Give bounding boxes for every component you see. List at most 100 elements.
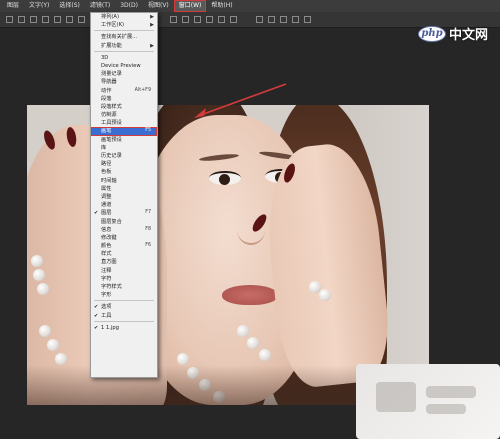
- window-menu-item-label: 调整: [101, 193, 112, 200]
- window-menu-item[interactable]: 时间轴: [91, 177, 157, 185]
- 3d-mode-icon[interactable]: [256, 16, 263, 23]
- checkmark-icon: ✔: [94, 324, 99, 331]
- window-menu-item[interactable]: 样式: [91, 250, 157, 258]
- window-menu-item[interactable]: 库: [91, 144, 157, 152]
- window-menu-item[interactable]: 查找有关扩展...: [91, 33, 157, 41]
- window-menu-item[interactable]: 路径: [91, 160, 157, 168]
- submenu-arrow-icon: ▶: [150, 22, 154, 29]
- window-menu-item-label: 导航器: [101, 79, 117, 86]
- window-menu-item[interactable]: 导航器: [91, 78, 157, 86]
- 3d-mode-icon[interactable]: [292, 16, 299, 23]
- window-menu-item[interactable]: 段落样式: [91, 103, 157, 111]
- window-menu-item[interactable]: 扩展功能 ▶: [91, 42, 157, 50]
- photo-pearl: [39, 325, 51, 337]
- distribute-icon[interactable]: [206, 16, 213, 23]
- window-menu-item[interactable]: 信息 F8: [91, 226, 157, 234]
- window-menu-item-label: 修改键: [101, 234, 117, 241]
- window-menu-item-label: 工作区(K): [101, 22, 125, 29]
- window-menu-item[interactable]: 字形: [91, 291, 157, 299]
- window-menu-item[interactable]: 画笔 F5: [91, 127, 157, 136]
- tool-option-icon[interactable]: [6, 16, 13, 23]
- align-top-icon[interactable]: [66, 16, 73, 23]
- tool-option-icon[interactable]: [18, 16, 25, 23]
- window-menu-item-label: 字符: [101, 275, 112, 282]
- align-middle-icon[interactable]: [78, 16, 85, 23]
- window-menu-item[interactable]: 工作区(K) ▶: [91, 21, 157, 29]
- window-menu-item[interactable]: 修改键: [91, 234, 157, 242]
- window-menu-item-label: 色板: [101, 169, 112, 176]
- window-menu-item[interactable]: 动作 Alt+F9: [91, 87, 157, 95]
- menu-item[interactable]: 选择(S): [54, 0, 85, 12]
- photo-pearl: [33, 269, 45, 281]
- menu-shortcut: F7: [145, 210, 151, 216]
- annotation-arrow: [194, 83, 287, 118]
- window-menu-item[interactable]: ✔ 图层 F7: [91, 209, 157, 217]
- window-menu-item[interactable]: 段落: [91, 95, 157, 103]
- checkmark-icon: ✔: [94, 304, 99, 311]
- window-menu-item-label: 段落样式: [101, 103, 122, 110]
- window-menu-item[interactable]: 工具预设: [91, 119, 157, 127]
- window-menu-item-label: 直方图: [101, 259, 117, 266]
- watermark-text: 中文网: [449, 28, 489, 43]
- menu-item[interactable]: 图层: [2, 0, 24, 12]
- window-menu-item[interactable]: 通道: [91, 201, 157, 209]
- photo-lips: [222, 285, 278, 305]
- blurred-watermark-logo: [356, 364, 500, 439]
- window-menu-item[interactable]: 字符: [91, 275, 157, 283]
- photo-pearl: [55, 353, 67, 365]
- menu-item[interactable]: 窗口(W): [173, 0, 207, 12]
- 3d-mode-icon[interactable]: [268, 16, 275, 23]
- window-menu-item[interactable]: 图层复合: [91, 218, 157, 226]
- window-menu-item-label: 查找有关扩展...: [101, 34, 138, 41]
- distribute-icon[interactable]: [230, 16, 237, 23]
- window-menu-item[interactable]: ✔ 工具: [91, 312, 157, 320]
- distribute-icon[interactable]: [194, 16, 201, 23]
- window-menu-item-label: 工具预设: [101, 120, 122, 127]
- window-menu-item-label: 通道: [101, 202, 112, 209]
- window-menu-item-label: 排列(A): [101, 14, 119, 20]
- menu-item[interactable]: 帮助(H): [206, 0, 237, 12]
- photo-pearl: [31, 255, 43, 267]
- distribute-icon[interactable]: [218, 16, 225, 23]
- window-menu-item-label: 动作: [101, 87, 112, 94]
- window-menu-item-label: 图层复合: [101, 218, 122, 225]
- window-menu-item-label: 路径: [101, 161, 112, 168]
- distribute-icon[interactable]: [170, 16, 177, 23]
- window-menu-item-label: 仿制源: [101, 112, 117, 119]
- window-menu-item[interactable]: 颜色 F6: [91, 242, 157, 250]
- window-menu-item-label: 字符样式: [101, 284, 122, 290]
- window-menu-item[interactable]: ✔ 1 1.jpg: [91, 324, 157, 332]
- align-right-icon[interactable]: [54, 16, 61, 23]
- window-menu-item[interactable]: ✔ 选项: [91, 303, 157, 311]
- window-menu-item[interactable]: 仿制源: [91, 111, 157, 119]
- menu-item[interactable]: 文字(Y): [24, 0, 54, 12]
- window-menu-item[interactable]: 注释: [91, 267, 157, 275]
- window-menu-item[interactable]: 3D: [91, 54, 157, 62]
- distribute-icon[interactable]: [182, 16, 189, 23]
- window-menu-item[interactable]: 字符样式: [91, 283, 157, 291]
- window-menu-item[interactable]: 直方图: [91, 258, 157, 266]
- 3d-mode-icon[interactable]: [280, 16, 287, 23]
- window-menu-item[interactable]: 属性: [91, 185, 157, 193]
- align-left-icon[interactable]: [30, 16, 37, 23]
- window-menu-item-label: 1 1.jpg: [101, 324, 119, 331]
- window-menu-item[interactable]: 测量记录: [91, 70, 157, 78]
- window-menu-item[interactable]: 历史记录: [91, 152, 157, 160]
- window-menu-item-label: 颜色: [101, 243, 112, 250]
- window-menu-item[interactable]: 色板: [91, 168, 157, 176]
- menu-item[interactable]: 滤镜(T): [85, 0, 115, 12]
- window-menu-item[interactable]: Device Preview: [91, 62, 157, 70]
- photo-pearl: [237, 325, 249, 337]
- menu-item[interactable]: 3D(D): [115, 0, 143, 12]
- window-menu-item[interactable]: 调整: [91, 193, 157, 201]
- align-center-icon[interactable]: [42, 16, 49, 23]
- photo-pearl: [247, 337, 259, 349]
- 3d-mode-icon[interactable]: [304, 16, 311, 23]
- document-canvas[interactable]: [27, 105, 429, 405]
- window-menu-item-label: 图层: [101, 210, 112, 217]
- menu-item[interactable]: 视图(V): [143, 0, 174, 12]
- window-menu-item[interactable]: 画笔预设: [91, 136, 157, 144]
- window-menu-item[interactable]: 排列(A) ▶: [91, 13, 157, 21]
- submenu-arrow-icon: ▶: [150, 42, 154, 49]
- menu-shortcut: F8: [145, 226, 151, 232]
